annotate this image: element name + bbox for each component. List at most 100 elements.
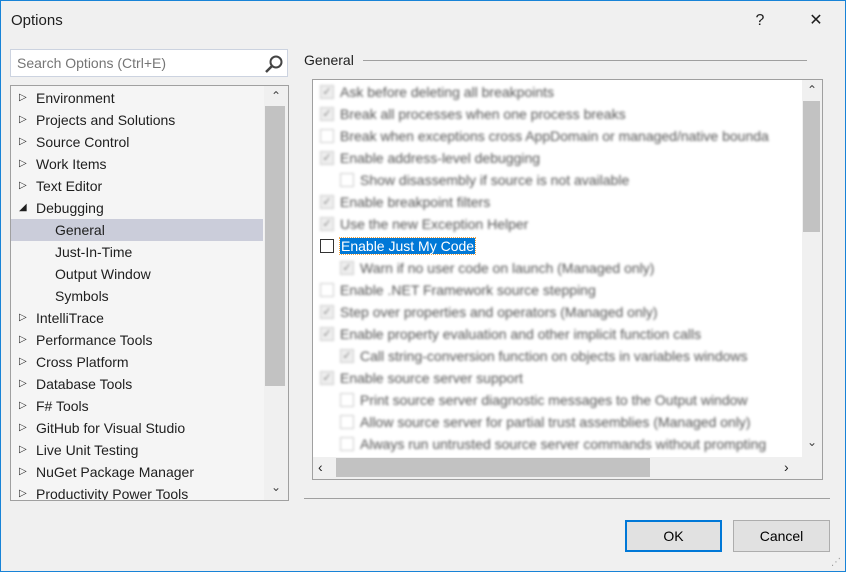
tree-item-label: Just-In-Time (55, 244, 133, 260)
expanded-arrow-icon[interactable]: ◢ (19, 197, 27, 219)
checkbox[interactable]: ✓ (320, 85, 334, 100)
collapsed-arrow-icon[interactable]: ▷ (19, 307, 27, 329)
option-label: Break when exceptions cross AppDomain or… (340, 128, 769, 144)
checkbox[interactable] (340, 173, 354, 188)
tree-item[interactable]: ◢ Debugging (11, 197, 263, 219)
tree-item[interactable]: ▷ IntelliTrace (11, 307, 263, 329)
collapsed-arrow-icon[interactable]: ▷ (19, 483, 27, 500)
options-vertical-scrollbar[interactable]: ⌃ ⌄ (802, 80, 822, 457)
option-item[interactable]: ✓ Enable breakpoint filters (320, 191, 490, 213)
options-dialog: Options ? ✕ ⌃ ⌄ ▷ Environment ▷ Projects an… (0, 0, 846, 572)
tree-item[interactable]: ▷ Performance Tools (11, 329, 263, 351)
cancel-button[interactable]: Cancel (733, 520, 830, 552)
checkbox[interactable]: ✓ (340, 349, 354, 364)
tree-item-label: Work Items (36, 156, 107, 172)
checkbox[interactable]: ✓ (320, 217, 334, 232)
option-label: Allow source server for partial trust as… (360, 414, 751, 430)
collapsed-arrow-icon[interactable]: ▷ (19, 329, 27, 351)
tree-scroll-thumb[interactable] (265, 106, 285, 386)
checkbox[interactable] (320, 283, 334, 298)
tree-item-label: General (55, 222, 105, 238)
collapsed-arrow-icon[interactable]: ▷ (19, 461, 27, 483)
collapsed-arrow-icon[interactable]: ▷ (19, 87, 27, 109)
option-label: Use the new Exception Helper (340, 216, 529, 232)
tree-item[interactable]: Output Window (11, 263, 263, 285)
scroll-up-icon[interactable]: ⌃ (802, 83, 822, 97)
option-item[interactable]: Show disassembly if source is not availa… (340, 169, 629, 191)
checkbox[interactable]: ✓ (320, 151, 334, 166)
tree-item[interactable]: ▷ Projects and Solutions (11, 109, 263, 131)
tree-item[interactable]: General (11, 219, 263, 241)
tree-item-label: Projects and Solutions (36, 112, 176, 128)
collapsed-arrow-icon[interactable]: ▷ (19, 131, 27, 153)
option-item[interactable]: ✓ Ask before deleting all breakpoints (320, 81, 554, 103)
option-label: Ask before deleting all breakpoints (340, 84, 555, 100)
option-item[interactable]: Enable Just My Code (320, 235, 477, 257)
option-item[interactable]: ✓ Break all processes when one process br… (320, 103, 626, 125)
collapsed-arrow-icon[interactable]: ▷ (19, 439, 27, 461)
option-item[interactable]: ✓ Enable property evaluation and other im… (320, 323, 701, 345)
tree-item-label: Performance Tools (36, 332, 153, 348)
collapsed-arrow-icon[interactable]: ▷ (19, 373, 27, 395)
option-item[interactable]: ✓ Enable source server support (320, 367, 523, 389)
tree-item[interactable]: Symbols (11, 285, 263, 307)
search-input[interactable] (10, 49, 288, 77)
help-button[interactable]: ? (745, 7, 775, 35)
option-item[interactable]: ✓ Call string-conversion function on obje… (340, 345, 748, 367)
tree-item[interactable]: ▷ Text Editor (11, 175, 263, 197)
option-item[interactable]: Break when exceptions cross AppDomain or… (320, 125, 769, 147)
close-button[interactable]: ✕ (801, 7, 831, 35)
checkbox[interactable] (340, 437, 354, 452)
checkbox[interactable] (320, 239, 334, 254)
checkbox[interactable] (340, 415, 354, 430)
tree-vertical-scrollbar[interactable]: ⌃ ⌄ (264, 86, 288, 500)
scroll-right-icon[interactable]: › (784, 459, 789, 475)
options-scroll-thumb[interactable] (803, 101, 820, 232)
option-item[interactable]: Enable .NET Framework source stepping (320, 279, 596, 301)
tree-item[interactable]: ▷ GitHub for Visual Studio (11, 417, 263, 439)
option-item[interactable]: ✓ Step over properties and operators (Man… (320, 301, 658, 323)
collapsed-arrow-icon[interactable]: ▷ (19, 175, 27, 197)
collapsed-arrow-icon[interactable]: ▷ (19, 153, 27, 175)
collapsed-arrow-icon[interactable]: ▷ (19, 417, 27, 439)
collapsed-arrow-icon[interactable]: ▷ (19, 351, 27, 373)
tree-item[interactable]: ▷ F# Tools (11, 395, 263, 417)
tree-item[interactable]: ▷ Source Control (11, 131, 263, 153)
option-item[interactable]: ✓ Use the new Exception Helper (320, 213, 528, 235)
checkbox[interactable]: ✓ (320, 107, 334, 122)
tree-item[interactable]: ▷ Cross Platform (11, 351, 263, 373)
option-item[interactable]: Print source server diagnostic messages … (340, 389, 748, 411)
scroll-up-icon[interactable]: ⌃ (264, 89, 288, 103)
tree-item[interactable]: ▷ NuGet Package Manager (11, 461, 263, 483)
tree-item-label: Output Window (55, 266, 151, 282)
tree-item[interactable]: ▷ Environment (11, 87, 263, 109)
tree-item-label: Database Tools (36, 376, 133, 392)
checkbox[interactable]: ✓ (340, 261, 354, 276)
tree-item[interactable]: ▷ Database Tools (11, 373, 263, 395)
tree-item[interactable]: ▷ Productivity Power Tools (11, 483, 263, 500)
scroll-down-icon[interactable]: ⌄ (802, 435, 822, 449)
scroll-left-icon[interactable]: ‹ (318, 459, 323, 475)
options-horizontal-scrollbar[interactable]: ‹ › (313, 457, 822, 479)
options-hscroll-thumb[interactable] (336, 458, 650, 477)
option-item[interactable]: Always run untrusted source server comma… (340, 433, 766, 455)
scroll-down-icon[interactable]: ⌄ (264, 480, 288, 494)
search-icon[interactable] (264, 54, 284, 74)
collapsed-arrow-icon[interactable]: ▷ (19, 395, 27, 417)
tree-item[interactable]: ▷ Work Items (11, 153, 263, 175)
option-item[interactable]: ✓ Warn if no user code on launch (Managed… (340, 257, 654, 279)
tree-item-label: GitHub for Visual Studio (36, 420, 186, 436)
checkbox[interactable]: ✓ (320, 305, 334, 320)
checkbox[interactable] (320, 129, 334, 144)
tree-item[interactable]: Just-In-Time (11, 241, 263, 263)
ok-button[interactable]: OK (625, 520, 722, 552)
option-item[interactable]: Allow source server for partial trust as… (340, 411, 751, 433)
resize-grip-icon[interactable]: ⋰ (831, 557, 841, 568)
checkbox[interactable] (340, 393, 354, 408)
checkbox[interactable]: ✓ (320, 195, 334, 210)
tree-item[interactable]: ▷ Live Unit Testing (11, 439, 263, 461)
checkbox[interactable]: ✓ (320, 371, 334, 386)
checkbox[interactable]: ✓ (320, 327, 334, 342)
collapsed-arrow-icon[interactable]: ▷ (19, 109, 27, 131)
option-item[interactable]: ✓ Enable address-level debugging (320, 147, 540, 169)
